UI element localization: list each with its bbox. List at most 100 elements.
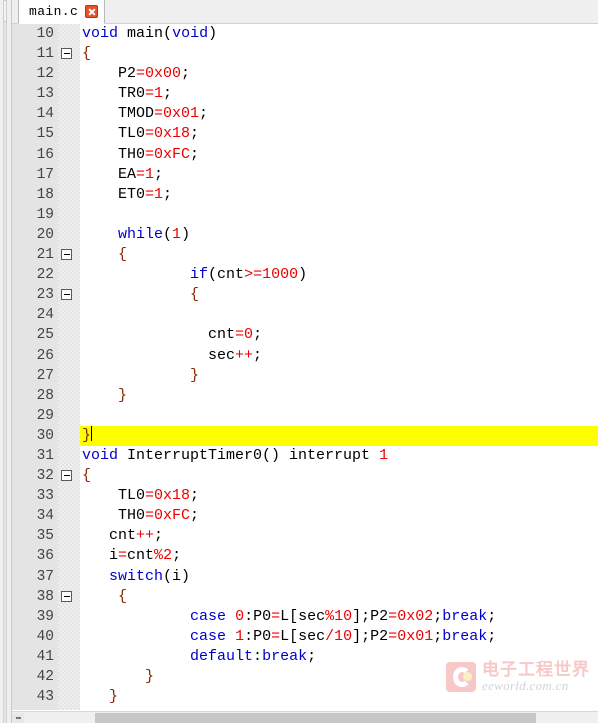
code-line[interactable]: 43 } [12, 687, 598, 707]
code-text[interactable]: EA=1; [80, 165, 598, 185]
code-line[interactable]: 29 [12, 406, 598, 426]
scroll-left-button[interactable] [12, 713, 24, 723]
code-text[interactable]: { [80, 587, 598, 607]
fold-cell[interactable] [58, 245, 80, 265]
fold-cell [58, 446, 80, 466]
code-line[interactable]: 24 [12, 305, 598, 325]
code-line[interactable]: 28 } [12, 386, 598, 406]
code-text[interactable]: { [80, 44, 598, 64]
code-text[interactable]: cnt=0; [80, 325, 598, 345]
code-text[interactable] [80, 406, 598, 426]
code-text[interactable]: { [80, 245, 598, 265]
code-line[interactable]: 33 TL0=0x18; [12, 486, 598, 506]
code-text[interactable]: while(1) [80, 225, 598, 245]
fold-collapse-icon[interactable] [61, 470, 72, 482]
code-text[interactable]: if(cnt>=1000) [80, 265, 598, 285]
horizontal-scrollbar[interactable] [12, 711, 598, 723]
token-pl: ; [190, 125, 200, 143]
code-text[interactable]: } [80, 425, 598, 446]
editor-area[interactable]: 10 void main(void) 11{12 P2=0x00; 13 TR0=1;… [12, 24, 598, 711]
close-icon[interactable] [85, 5, 99, 18]
code-text[interactable]: cnt++; [80, 526, 598, 546]
code-text[interactable]: TMOD=0x01; [80, 104, 598, 124]
code-text[interactable]: TL0=0x18; [80, 124, 598, 144]
code-text[interactable]: ET0=1; [80, 185, 598, 205]
code-text[interactable]: void InterruptTimer0() interrupt 1 [80, 446, 598, 466]
code-text[interactable]: case 1:P0=L[sec/10];P2=0x01;break; [80, 627, 598, 647]
code-line[interactable]: 36 i=cnt%2; [12, 546, 598, 566]
code-line[interactable]: 42 } [12, 667, 598, 687]
left-dock-splitter[interactable] [3, 0, 7, 723]
code-text[interactable]: case 0:P0=L[sec%10];P2=0x02;break; [80, 607, 598, 627]
fold-collapse-icon[interactable] [61, 249, 72, 261]
code-text[interactable]: } [80, 386, 598, 406]
code-line[interactable]: 22 if(cnt>=1000) [12, 265, 598, 285]
code-line[interactable]: 13 TR0=1; [12, 84, 598, 104]
code-line[interactable]: 17 EA=1; [12, 165, 598, 185]
code-line[interactable]: 16 TH0=0xFC; [12, 145, 598, 165]
code-line[interactable]: 23 { [12, 285, 598, 305]
code-text[interactable]: TH0=0xFC; [80, 145, 598, 165]
code-line[interactable]: 30} [12, 425, 598, 446]
code-text[interactable]: default:break; [80, 647, 598, 667]
fold-cell [58, 366, 80, 386]
fold-collapse-icon[interactable] [61, 48, 72, 60]
code-tokens: ET0=1; [80, 185, 172, 205]
code-line[interactable]: 14 TMOD=0x01; [12, 104, 598, 124]
code-line[interactable]: 39 case 0:P0=L[sec%10];P2=0x02;break; [12, 607, 598, 627]
code-text[interactable]: sec++; [80, 346, 598, 366]
fold-collapse-icon[interactable] [61, 289, 72, 301]
token-pl: TL0 [82, 125, 146, 143]
fold-cell[interactable] [58, 587, 80, 607]
code-text[interactable]: { [80, 466, 598, 486]
code-line[interactable]: 25 cnt=0; [12, 325, 598, 345]
code-text[interactable] [80, 305, 598, 325]
scrollbar-thumb[interactable] [95, 713, 536, 723]
code-text[interactable]: } [80, 667, 598, 687]
code-line[interactable]: 40 case 1:P0=L[sec/10];P2=0x01;break; [12, 627, 598, 647]
fold-cell[interactable] [58, 285, 80, 305]
fold-cell[interactable] [58, 44, 80, 64]
code-line[interactable]: 15 TL0=0x18; [12, 124, 598, 144]
code-lines[interactable]: 10 void main(void) 11{12 P2=0x00; 13 TR0=1;… [12, 24, 598, 711]
code-line[interactable]: 38 { [12, 587, 598, 607]
code-line[interactable]: 31 void InterruptTimer0() interrupt 1 [12, 446, 598, 466]
code-text[interactable]: switch(i) [80, 567, 598, 587]
code-line[interactable]: 21 { [12, 245, 598, 265]
fold-collapse-icon[interactable] [61, 590, 72, 602]
code-line[interactable]: 34 TH0=0xFC; [12, 506, 598, 526]
code-text[interactable]: void main(void) [80, 24, 598, 44]
code-line[interactable]: 12 P2=0x00; [12, 64, 598, 84]
token-br: } [82, 426, 92, 444]
code-tokens: TL0=0x18; [80, 124, 199, 144]
code-line[interactable]: 20 while(1) [12, 225, 598, 245]
code-line[interactable]: 19 [12, 205, 598, 225]
tab-main-c[interactable]: main.c [18, 0, 106, 24]
code-line[interactable]: 27 } [12, 366, 598, 386]
fold-cell[interactable] [58, 466, 80, 486]
code-text[interactable]: } [80, 366, 598, 386]
code-line[interactable]: 35 cnt++; [12, 526, 598, 546]
code-line[interactable]: 10 void main(void) [12, 24, 598, 44]
code-text[interactable]: TL0=0x18; [80, 486, 598, 506]
code-tokens: TR0=1; [80, 84, 172, 104]
token-kw: break [442, 627, 488, 645]
code-text[interactable]: { [80, 285, 598, 305]
token-pl: ( [163, 225, 173, 243]
code-line[interactable]: 11 { [12, 44, 598, 64]
code-text[interactable] [80, 205, 598, 225]
fold-cell [58, 104, 80, 124]
code-text[interactable]: P2=0x00; [80, 64, 598, 84]
code-line[interactable]: 26 sec++; [12, 346, 598, 366]
code-text[interactable]: i=cnt%2; [80, 546, 598, 566]
code-text[interactable]: } [80, 687, 598, 707]
token-kw: case [190, 627, 227, 645]
code-line[interactable]: 32 { [12, 466, 598, 486]
code-text[interactable]: TR0=1; [80, 84, 598, 104]
code-line[interactable]: 18 ET0=1; [12, 185, 598, 205]
token-pl: ; [253, 346, 263, 364]
code-line[interactable]: 41 default:break; [12, 647, 598, 667]
code-text[interactable]: TH0=0xFC; [80, 506, 598, 526]
code-line[interactable]: 37 switch(i) [12, 567, 598, 587]
